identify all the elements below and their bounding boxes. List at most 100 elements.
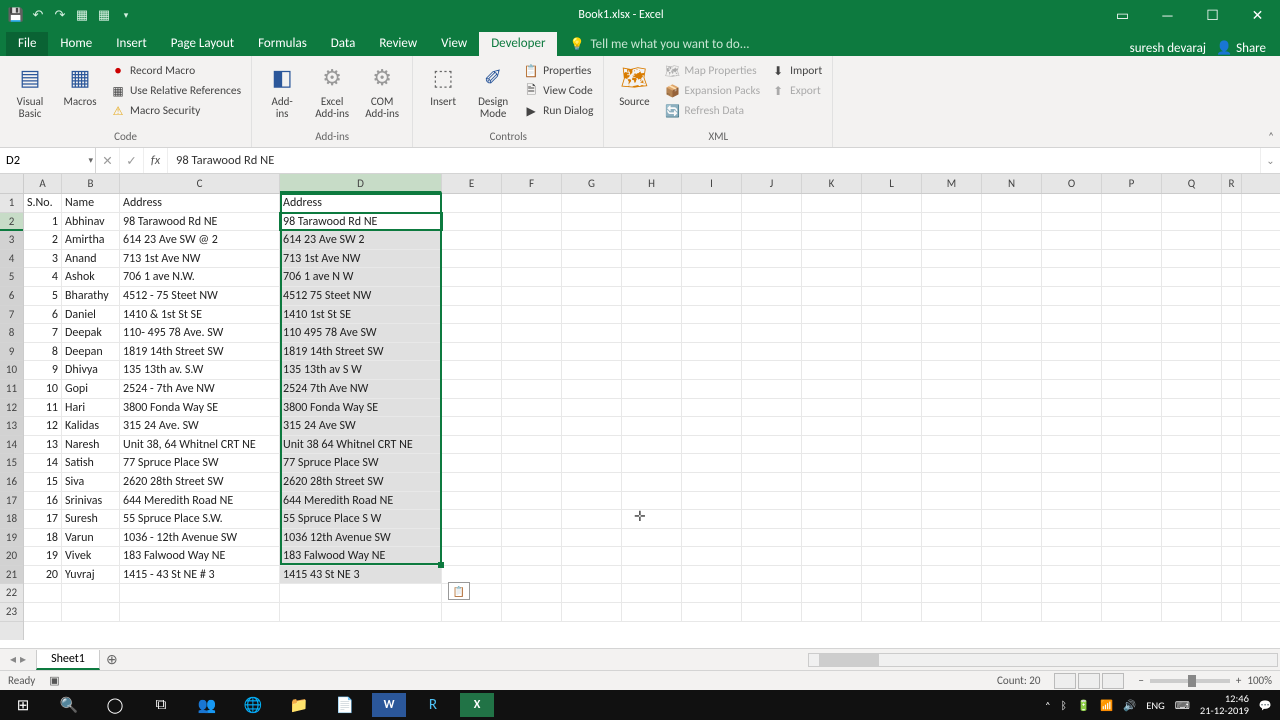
cell-C18[interactable]: 55 Spruce Place S.W. — [120, 510, 280, 528]
cell-G16[interactable] — [562, 473, 622, 491]
cell-Q20[interactable] — [1162, 547, 1222, 565]
cell-J15[interactable] — [742, 454, 802, 472]
cell-H14[interactable] — [622, 436, 682, 454]
cell-Q22[interactable] — [1162, 584, 1222, 602]
cell-A11[interactable]: 10 — [24, 380, 62, 398]
cell-H19[interactable] — [622, 529, 682, 547]
cell-B4[interactable]: Anand — [62, 250, 120, 268]
cell-R14[interactable] — [1222, 436, 1242, 454]
cell-K13[interactable] — [802, 417, 862, 435]
cell-G21[interactable] — [562, 566, 622, 584]
cell-M17[interactable] — [922, 492, 982, 510]
column-header-K[interactable]: K — [802, 174, 862, 193]
cell-I13[interactable] — [682, 417, 742, 435]
cell-I16[interactable] — [682, 473, 742, 491]
cell-E5[interactable] — [442, 268, 502, 286]
cell-D18[interactable]: 55 Spruce Place S W — [280, 510, 442, 528]
cell-F17[interactable] — [502, 492, 562, 510]
cell-A15[interactable]: 14 — [24, 454, 62, 472]
cell-D12[interactable]: 3800 Fonda Way SE — [280, 399, 442, 417]
cell-H9[interactable] — [622, 343, 682, 361]
cell-Q13[interactable] — [1162, 417, 1222, 435]
cell-D8[interactable]: 110 495 78 Ave SW — [280, 324, 442, 342]
cell-K4[interactable] — [802, 250, 862, 268]
cell-K12[interactable] — [802, 399, 862, 417]
cell-M6[interactable] — [922, 287, 982, 305]
cell-M5[interactable] — [922, 268, 982, 286]
cell-J20[interactable] — [742, 547, 802, 565]
cell-J14[interactable] — [742, 436, 802, 454]
row-header-17[interactable]: 17 — [0, 492, 23, 511]
cell-D1[interactable]: Address — [280, 194, 442, 212]
cell-J22[interactable] — [742, 584, 802, 602]
cell-N1[interactable] — [982, 194, 1042, 212]
column-header-E[interactable]: E — [442, 174, 502, 193]
cell-O4[interactable] — [1042, 250, 1102, 268]
cell-K5[interactable] — [802, 268, 862, 286]
cell-F19[interactable] — [502, 529, 562, 547]
cell-G5[interactable] — [562, 268, 622, 286]
cell-A13[interactable]: 12 — [24, 417, 62, 435]
cell-G15[interactable] — [562, 454, 622, 472]
cell-I3[interactable] — [682, 231, 742, 249]
cell-B12[interactable]: Hari — [62, 399, 120, 417]
expand-formula-icon[interactable]: ⌄ — [1260, 148, 1280, 173]
cell-P3[interactable] — [1102, 231, 1162, 249]
cell-B6[interactable]: Bharathy — [62, 287, 120, 305]
cell-D2[interactable]: 98 Tarawood Rd NE — [280, 213, 442, 231]
cell-O14[interactable] — [1042, 436, 1102, 454]
cell-M13[interactable] — [922, 417, 982, 435]
taskview-icon[interactable]: ⧉ — [138, 690, 184, 720]
cell-I8[interactable] — [682, 324, 742, 342]
cell-G2[interactable] — [562, 213, 622, 231]
cell-R22[interactable] — [1222, 584, 1242, 602]
cell-F23[interactable] — [502, 603, 562, 621]
cell-H18[interactable] — [622, 510, 682, 528]
cell-G3[interactable] — [562, 231, 622, 249]
cell-P11[interactable] — [1102, 380, 1162, 398]
column-header-J[interactable]: J — [742, 174, 802, 193]
cell-I18[interactable] — [682, 510, 742, 528]
cell-R5[interactable] — [1222, 268, 1242, 286]
cell-H7[interactable] — [622, 306, 682, 324]
cell-G11[interactable] — [562, 380, 622, 398]
cell-L6[interactable] — [862, 287, 922, 305]
cell-R7[interactable] — [1222, 306, 1242, 324]
cell-C21[interactable]: 1415 - 43 St NE # 3 — [120, 566, 280, 584]
cell-O5[interactable] — [1042, 268, 1102, 286]
cancel-formula-icon[interactable]: ✕ — [96, 148, 120, 173]
select-all-button[interactable] — [0, 174, 23, 194]
cell-L21[interactable] — [862, 566, 922, 584]
cell-K20[interactable] — [802, 547, 862, 565]
cell-P10[interactable] — [1102, 361, 1162, 379]
cell-H15[interactable] — [622, 454, 682, 472]
cell-D5[interactable]: 706 1 ave N W — [280, 268, 442, 286]
cell-B5[interactable]: Ashok — [62, 268, 120, 286]
next-sheet-icon[interactable]: ▸ — [20, 652, 26, 667]
cell-H8[interactable] — [622, 324, 682, 342]
cell-A7[interactable]: 6 — [24, 306, 62, 324]
horizontal-scrollbar[interactable] — [124, 653, 1280, 667]
page-break-view-button[interactable] — [1102, 673, 1124, 689]
qat-icon[interactable]: ▦ — [96, 7, 112, 23]
start-button[interactable]: ⊞ — [0, 690, 46, 720]
cell-E11[interactable] — [442, 380, 502, 398]
cell-A17[interactable]: 16 — [24, 492, 62, 510]
macro-record-icon[interactable]: ▣ — [49, 674, 59, 687]
cell-C7[interactable]: 1410 & 1st St SE — [120, 306, 280, 324]
cell-E20[interactable] — [442, 547, 502, 565]
cell-P16[interactable] — [1102, 473, 1162, 491]
row-header-21[interactable]: 21 — [0, 566, 23, 585]
com-addins-button[interactable]: ⚙COM Add-ins — [358, 60, 406, 122]
cell-O10[interactable] — [1042, 361, 1102, 379]
cell-C10[interactable]: 135 13th av. S.W — [120, 361, 280, 379]
cell-N6[interactable] — [982, 287, 1042, 305]
cell-G7[interactable] — [562, 306, 622, 324]
cell-Q12[interactable] — [1162, 399, 1222, 417]
cell-Q16[interactable] — [1162, 473, 1222, 491]
cell-N17[interactable] — [982, 492, 1042, 510]
cell-L4[interactable] — [862, 250, 922, 268]
cell-A20[interactable]: 19 — [24, 547, 62, 565]
collapse-ribbon-icon[interactable]: ˄ — [1268, 130, 1274, 143]
cell-E6[interactable] — [442, 287, 502, 305]
